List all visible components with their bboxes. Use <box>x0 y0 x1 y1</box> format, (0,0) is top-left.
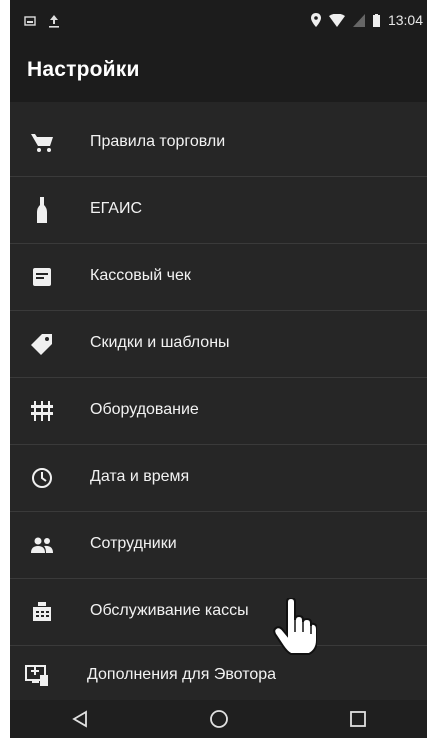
wifi-icon <box>328 13 345 27</box>
status-time: 13:04 <box>387 12 423 28</box>
settings-item-equipment[interactable]: Оборудование <box>10 378 427 445</box>
settings-list: Правила торговли ЕГАИС Кассовый чек Скид… <box>10 110 427 706</box>
receipt-icon <box>30 265 54 289</box>
settings-item-datetime[interactable]: Дата и время <box>10 445 427 512</box>
screenshot-notification-icon <box>24 16 36 26</box>
settings-item-label: Дата и время <box>90 468 190 485</box>
settings-item-label: Обслуживание кассы <box>90 602 249 619</box>
settings-item-label: Сотрудники <box>90 535 177 552</box>
back-icon[interactable] <box>60 704 100 734</box>
home-icon[interactable] <box>199 704 239 734</box>
phone-screen: 13:04 Настройки Правила торговли ЕГАИС К… <box>10 0 427 738</box>
battery-icon <box>372 13 380 27</box>
hand-pointer-icon <box>273 598 317 655</box>
cart-icon <box>30 131 54 155</box>
register-icon <box>30 600 54 624</box>
tag-icon <box>30 332 54 356</box>
navigation-bar <box>10 700 427 738</box>
settings-item-label: Скидки и шаблоны <box>90 334 230 351</box>
status-bar: 13:04 <box>10 0 427 40</box>
settings-item-label: Оборудование <box>90 401 199 418</box>
settings-item-egais[interactable]: ЕГАИС <box>10 177 427 244</box>
settings-item-label: Дополнения для Эвотора <box>87 666 277 683</box>
settings-item-employees[interactable]: Сотрудники <box>10 512 427 579</box>
equipment-icon <box>30 399 54 423</box>
status-left <box>24 14 60 28</box>
addons-icon <box>25 664 49 688</box>
upload-notification-icon <box>49 15 59 28</box>
settings-item-addons[interactable]: Дополнения для Эвотора <box>10 646 427 706</box>
settings-item-receipt[interactable]: Кассовый чек <box>10 244 427 311</box>
people-icon <box>30 533 54 557</box>
page-title: Настройки <box>27 58 140 81</box>
settings-item-trade-rules[interactable]: Правила торговли <box>10 110 427 177</box>
settings-item-label: Правила торговли <box>90 133 226 150</box>
location-icon <box>310 13 321 27</box>
status-right: 13:04 <box>310 12 423 28</box>
clock-icon <box>30 466 54 490</box>
settings-item-label: ЕГАИС <box>90 200 142 217</box>
settings-item-register-service[interactable]: Обслуживание кассы <box>10 579 427 646</box>
app-bar: Настройки <box>10 40 427 102</box>
bottle-icon <box>30 197 54 223</box>
settings-item-discounts[interactable]: Скидки и шаблоны <box>10 311 427 378</box>
settings-item-label: Кассовый чек <box>90 267 191 284</box>
recents-icon[interactable] <box>338 704 378 734</box>
signal-icon <box>352 13 365 27</box>
